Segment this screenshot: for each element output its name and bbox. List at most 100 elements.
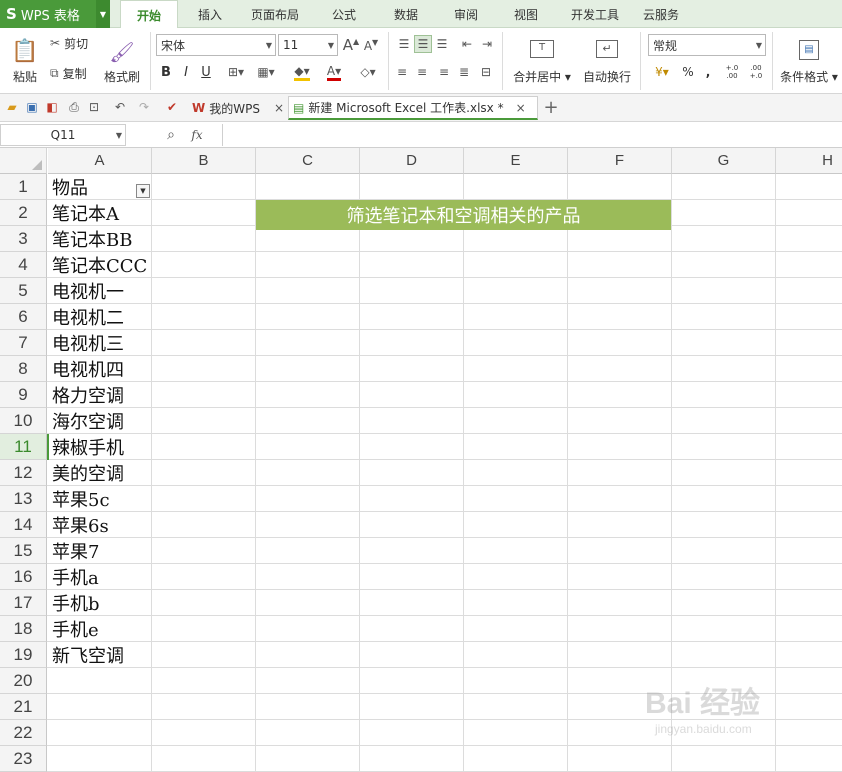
- cut-button[interactable]: ✂ 剪切: [50, 34, 100, 52]
- redo-icon[interactable]: ↷: [136, 99, 152, 115]
- tab-7[interactable]: 开发工具: [560, 0, 630, 28]
- fill-color-button[interactable]: ◆▾: [288, 62, 316, 82]
- align-top-button[interactable]: ☰: [396, 36, 412, 52]
- format-painter-button[interactable]: 🖌 格式刷: [102, 34, 142, 90]
- cell-a11[interactable]: 辣椒手机: [48, 434, 151, 459]
- cell-a8[interactable]: 电视机四: [48, 356, 151, 381]
- underline-button[interactable]: U: [198, 62, 214, 82]
- tab-5[interactable]: 审阅: [440, 0, 492, 28]
- column-header-h[interactable]: H: [776, 148, 842, 174]
- align-bottom-button[interactable]: ☰: [434, 36, 450, 52]
- row-header-15[interactable]: 15: [0, 538, 47, 564]
- cell-a14[interactable]: 苹果6s: [48, 512, 151, 537]
- open-folder-icon[interactable]: ▰: [4, 99, 20, 115]
- cell-a7[interactable]: 电视机三: [48, 330, 151, 355]
- merge-center-button[interactable]: T 合并居中 ▾: [508, 34, 576, 90]
- row-header-9[interactable]: 9: [0, 382, 47, 408]
- row-header-17[interactable]: 17: [0, 590, 47, 616]
- bold-button[interactable]: B: [158, 62, 174, 82]
- row-header-7[interactable]: 7: [0, 330, 47, 356]
- tab-2[interactable]: 页面布局: [240, 0, 310, 28]
- font-color-button[interactable]: A▾: [320, 62, 348, 82]
- formula-input[interactable]: [222, 124, 842, 146]
- row-header-14[interactable]: 14: [0, 512, 47, 538]
- doc-tab-mywps[interactable]: W 我的WPS ×: [188, 96, 288, 120]
- row-header-18[interactable]: 18: [0, 616, 47, 642]
- increase-font-button[interactable]: A▲: [342, 35, 360, 55]
- save-icon[interactable]: ▣: [24, 99, 40, 115]
- conditional-format-button[interactable]: ▤ 条件格式 ▾: [778, 34, 840, 90]
- close-icon[interactable]: ×: [274, 101, 284, 115]
- cell-a12[interactable]: 美的空调: [48, 460, 151, 485]
- print-preview-icon[interactable]: ⊡: [86, 99, 102, 115]
- wrap-text-button[interactable]: ↵ 自动换行: [578, 34, 636, 90]
- cell-a5[interactable]: 电视机一: [48, 278, 151, 303]
- font-name-select[interactable]: 宋体 ▼: [156, 34, 276, 56]
- align-right-button[interactable]: ≡: [436, 64, 452, 80]
- doc-tab-workbook[interactable]: ▤ 新建 Microsoft Excel 工作表.xlsx * ×: [288, 96, 538, 120]
- app-menu-button[interactable]: S WPS 表格 ▼: [0, 0, 110, 28]
- border-button[interactable]: ⊞▾: [222, 62, 250, 82]
- column-header-d[interactable]: D: [360, 148, 464, 174]
- currency-button[interactable]: ¥▾: [648, 64, 676, 80]
- decrease-font-button[interactable]: A▼: [362, 35, 380, 55]
- row-header-8[interactable]: 8: [0, 356, 47, 382]
- column-header-b[interactable]: B: [152, 148, 256, 174]
- spreadsheet-grid[interactable]: ABCDEFGH 1 2 3 4 5 6 7 8 9 10 11 12 13 14 15 16 17 18 19 20…: [0, 148, 842, 772]
- row-header-16[interactable]: 16: [0, 564, 47, 590]
- tab-4[interactable]: 数据: [380, 0, 432, 28]
- row-header-10[interactable]: 10: [0, 408, 47, 434]
- comma-button[interactable]: ,: [700, 64, 716, 80]
- row-header-13[interactable]: 13: [0, 486, 47, 512]
- undo-icon[interactable]: ↶: [112, 99, 128, 115]
- cell-a10[interactable]: 海尔空调: [48, 408, 151, 433]
- row-header-1[interactable]: 1: [0, 174, 47, 200]
- font-size-select[interactable]: 11 ▼: [278, 34, 338, 56]
- close-icon[interactable]: ×: [516, 101, 526, 115]
- row-header-3[interactable]: 3: [0, 226, 47, 252]
- align-left-button[interactable]: ≡: [394, 64, 410, 80]
- column-header-g[interactable]: G: [672, 148, 776, 174]
- print-icon[interactable]: ⎙: [66, 99, 82, 115]
- cell-fill-pattern-button[interactable]: ▦▾: [252, 62, 280, 82]
- filter-dropdown-button[interactable]: ▼: [136, 184, 150, 198]
- cell-a13[interactable]: 苹果5c: [48, 486, 151, 511]
- increase-indent-button[interactable]: ⇥: [478, 36, 496, 52]
- new-tab-icon[interactable]: +: [542, 97, 560, 118]
- row-header-5[interactable]: 5: [0, 278, 47, 304]
- tab-3[interactable]: 公式: [314, 0, 374, 28]
- paste-button[interactable]: 📋 粘贴: [8, 34, 42, 90]
- cell-a16[interactable]: 手机a: [48, 564, 151, 589]
- tab-0[interactable]: 开始: [120, 0, 178, 29]
- row-header-23[interactable]: 23: [0, 746, 47, 772]
- merged-cell-title[interactable]: 筛选笔记本和空调相关的产品: [256, 200, 671, 230]
- cell-a4[interactable]: 笔记本CCC: [48, 252, 151, 277]
- copy-button[interactable]: ⧉ 复制: [50, 64, 100, 82]
- row-header-2[interactable]: 2: [0, 200, 47, 226]
- row-header-20[interactable]: 20: [0, 668, 47, 694]
- cell-a2[interactable]: 笔记本A: [48, 200, 151, 225]
- align-center-button[interactable]: ≡: [414, 64, 430, 80]
- row-header-4[interactable]: 4: [0, 252, 47, 278]
- tab-6[interactable]: 视图: [496, 0, 556, 28]
- justify-button[interactable]: ≣: [456, 64, 472, 80]
- customize-toolbar-icon[interactable]: ✔: [164, 99, 180, 115]
- row-header-6[interactable]: 6: [0, 304, 47, 330]
- column-header-f[interactable]: F: [568, 148, 672, 174]
- align-middle-button[interactable]: ☰: [414, 35, 432, 53]
- tab-8[interactable]: 云服务: [632, 0, 690, 28]
- column-header-e[interactable]: E: [464, 148, 568, 174]
- select-all-corner[interactable]: [0, 148, 47, 174]
- italic-button[interactable]: I: [178, 62, 194, 82]
- clear-format-button[interactable]: ◇▾: [354, 62, 382, 82]
- cell-a3[interactable]: 笔记本BB: [48, 226, 151, 251]
- row-header-11[interactable]: 11: [0, 434, 47, 460]
- cell-a19[interactable]: 新飞空调: [48, 642, 151, 667]
- column-header-a[interactable]: A: [48, 148, 152, 174]
- row-header-12[interactable]: 12: [0, 460, 47, 486]
- export-pdf-icon[interactable]: ◧: [44, 99, 60, 115]
- cell-a17[interactable]: 手机b: [48, 590, 151, 615]
- row-header-19[interactable]: 19: [0, 642, 47, 668]
- cell-a18[interactable]: 手机e: [48, 616, 151, 641]
- tab-1[interactable]: 插入: [184, 0, 236, 28]
